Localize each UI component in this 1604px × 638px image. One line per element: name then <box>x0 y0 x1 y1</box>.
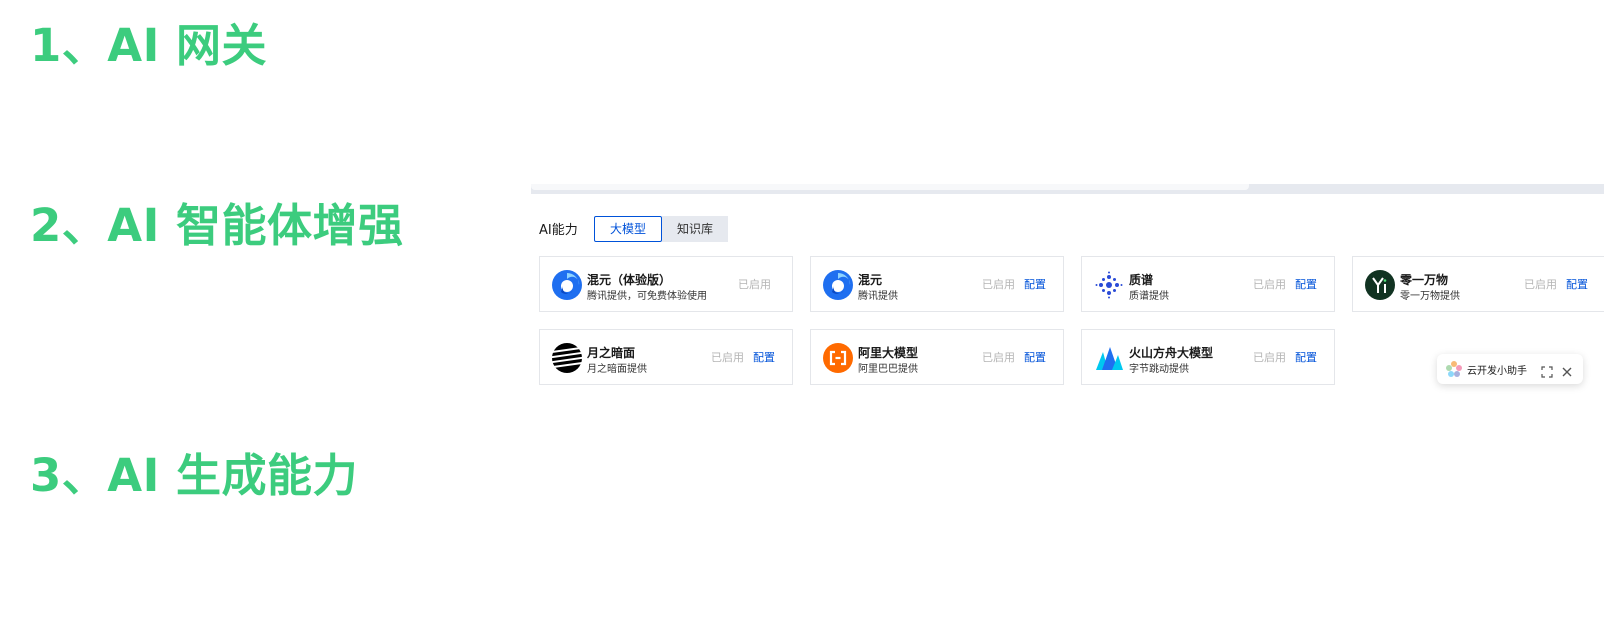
zhipu-icon <box>1094 270 1124 300</box>
horizontal-scrollbar[interactable] <box>531 184 1604 194</box>
tab-large-model[interactable]: 大模型 <box>594 216 662 242</box>
model-card-moonshot[interactable]: 月之暗面 月之暗面提供 已启用 配置 <box>539 329 793 385</box>
moonshot-icon <box>552 343 582 373</box>
model-provider: 质谱提供 <box>1129 291 1169 302</box>
model-card-volcano[interactable]: 火山方舟大模型 字节跳动提供 已启用 配置 <box>1081 329 1335 385</box>
model-provider: 阿里巴巴提供 <box>858 364 918 375</box>
config-link[interactable]: 配置 <box>1024 349 1046 365</box>
scrollbar-thumb[interactable] <box>531 184 1249 190</box>
hunyuan-icon <box>552 270 582 300</box>
model-name: 火山方舟大模型 <box>1129 346 1214 360</box>
lingyi-icon <box>1365 270 1395 300</box>
model-card-lingyi[interactable]: 零一万物 零一万物提供 已启用 配置 <box>1352 256 1604 312</box>
model-name: 阿里大模型 <box>858 346 919 360</box>
hunyuan-icon <box>823 270 853 300</box>
section-heading-ai-generation: 3、AI 生成能力 <box>30 449 359 502</box>
tab-knowledge-base[interactable]: 知识库 <box>662 216 728 242</box>
model-name: 月之暗面 <box>587 346 636 360</box>
close-icon[interactable] <box>1561 363 1573 377</box>
config-link[interactable]: 配置 <box>1295 276 1317 292</box>
model-provider: 字节跳动提供 <box>1129 364 1189 375</box>
aliyun-icon <box>823 343 853 373</box>
status-enabled: 已启用 <box>982 351 1015 364</box>
status-enabled: 已启用 <box>1524 278 1557 291</box>
cloud-dev-assistant-widget[interactable]: 云开发小助手 <box>1437 354 1583 384</box>
capability-tabs: 大模型 知识库 <box>594 216 728 242</box>
page: 1、AI 网关 2、AI 智能体增强 3、AI 生成能力 AI能力 大模型 知识… <box>0 0 1604 638</box>
expand-icon[interactable] <box>1541 363 1553 378</box>
status-enabled: 已启用 <box>1253 278 1286 291</box>
model-name: 质谱 <box>1129 273 1154 287</box>
model-card-zhipu[interactable]: 质谱 质谱提供 已启用 配置 <box>1081 256 1335 312</box>
model-provider: 零一万物提供 <box>1400 291 1460 302</box>
model-name: 混元（体验版） <box>587 273 672 287</box>
model-name: 混元 <box>858 273 883 287</box>
config-link[interactable]: 配置 <box>1566 276 1588 292</box>
model-card-hunyuan-trial[interactable]: 混元（体验版） 腾讯提供，可免费体验使用 已启用 <box>539 256 793 312</box>
model-name: 零一万物 <box>1400 273 1449 287</box>
section-heading-ai-agent: 2、AI 智能体增强 <box>30 199 404 252</box>
config-link[interactable]: 配置 <box>1295 349 1317 365</box>
status-enabled: 已启用 <box>711 351 744 364</box>
model-provider: 月之暗面提供 <box>587 364 647 375</box>
status-enabled: 已启用 <box>982 278 1015 291</box>
model-provider: 腾讯提供 <box>858 291 898 302</box>
model-card-aliyun[interactable]: 阿里大模型 阿里巴巴提供 已启用 配置 <box>810 329 1064 385</box>
model-provider: 腾讯提供，可免费体验使用 <box>587 291 707 302</box>
assistant-label: 云开发小助手 <box>1467 366 1527 377</box>
status-enabled: 已启用 <box>738 278 771 291</box>
volcano-icon <box>1094 343 1124 373</box>
model-card-hunyuan[interactable]: 混元 腾讯提供 已启用 配置 <box>810 256 1064 312</box>
status-enabled: 已启用 <box>1253 351 1286 364</box>
config-link[interactable]: 配置 <box>1024 276 1046 292</box>
section-heading-ai-gateway: 1、AI 网关 <box>30 19 268 72</box>
ai-capability-label: AI能力 <box>539 223 578 238</box>
assistant-logo-icon <box>1445 360 1463 378</box>
config-link[interactable]: 配置 <box>753 349 775 365</box>
